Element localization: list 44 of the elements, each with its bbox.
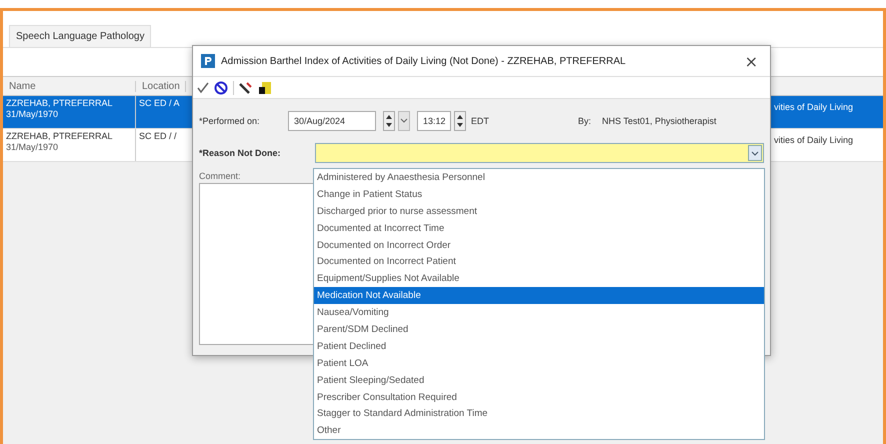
date-field[interactable]: 30/Aug/2024	[288, 111, 376, 131]
app-icon	[201, 54, 215, 68]
birth-date: 31/May/1970	[6, 109, 60, 119]
dropdown-option[interactable]: Patient Declined	[314, 338, 764, 355]
column-header[interactable]: Location	[136, 80, 186, 92]
patient-name: ZZREHAB, PTREFERRAL	[6, 131, 114, 141]
dropdown-option[interactable]: Documented at Incorrect Time	[314, 220, 764, 237]
column-header[interactable]: Name	[3, 80, 136, 92]
dropdown-option[interactable]: Patient LOA	[314, 354, 764, 372]
dropdown-option[interactable]: Documented on Incorrect Order	[314, 236, 764, 254]
by-label: By:	[578, 116, 592, 126]
dropdown-icon[interactable]	[748, 145, 762, 161]
tab[interactable]: Speech Language Pathology	[9, 25, 152, 47]
dialog-title: Admission Barthel Index of Activities of Daily Living (Not Done) - ZZREHAB, PTREFERRAL	[221, 56, 627, 67]
dropdown-option[interactable]: Prescriber Consultation Required	[314, 388, 764, 406]
table-cell-text: vities of Daily Living	[773, 101, 854, 114]
dropdown-option[interactable]: Patient Sleeping/Sedated	[314, 372, 764, 389]
dropdown-option[interactable]: Documented on Incorrect Patient	[314, 253, 764, 270]
dropdown-option[interactable]: Change in Patient Status	[314, 186, 764, 203]
close-button[interactable]: ×	[740, 52, 762, 71]
dropdown-option[interactable]: Parent/SDM Declined	[314, 321, 764, 338]
spinner-icon[interactable]	[454, 111, 466, 131]
field-label: Comment:	[199, 171, 241, 181]
spinner-icon[interactable]	[383, 111, 395, 131]
cancel-icon[interactable]	[214, 80, 228, 95]
dropdown-icon[interactable]	[398, 111, 410, 131]
time-field[interactable]: 13:12	[417, 111, 451, 131]
performer-name: NHS Test01, Physiotherapist	[602, 116, 716, 126]
table-cell-text: SC ED / /	[138, 130, 178, 143]
check-icon[interactable]	[197, 82, 209, 94]
dropdown-option[interactable]: Equipment/Supplies Not Available	[314, 270, 764, 288]
dropdown-option[interactable]: Nausea/Vomiting	[314, 304, 764, 322]
dropdown-option[interactable]: Stagger to Standard Administration Time	[314, 405, 764, 422]
field-label: *Performed on:	[199, 116, 261, 126]
table-cell-text: vities of Daily Living	[773, 134, 854, 147]
dropdown-option[interactable]: Medication Not Available	[314, 287, 764, 304]
dropdown-option[interactable]: Discharged prior to nurse assessment	[314, 202, 764, 220]
patient-name: ZZREHAB, PTREFERRAL	[6, 98, 114, 108]
timezone-label: EDT	[471, 116, 489, 126]
field-label: *Reason Not Done:	[199, 148, 282, 158]
dropdown-option[interactable]: Administered by Anaesthesia Personnel	[314, 169, 764, 186]
dropdown-option[interactable]: Other	[314, 422, 764, 440]
birth-date: 31/May/1970	[6, 142, 60, 152]
table-cell-text: SC ED / A	[138, 97, 181, 110]
